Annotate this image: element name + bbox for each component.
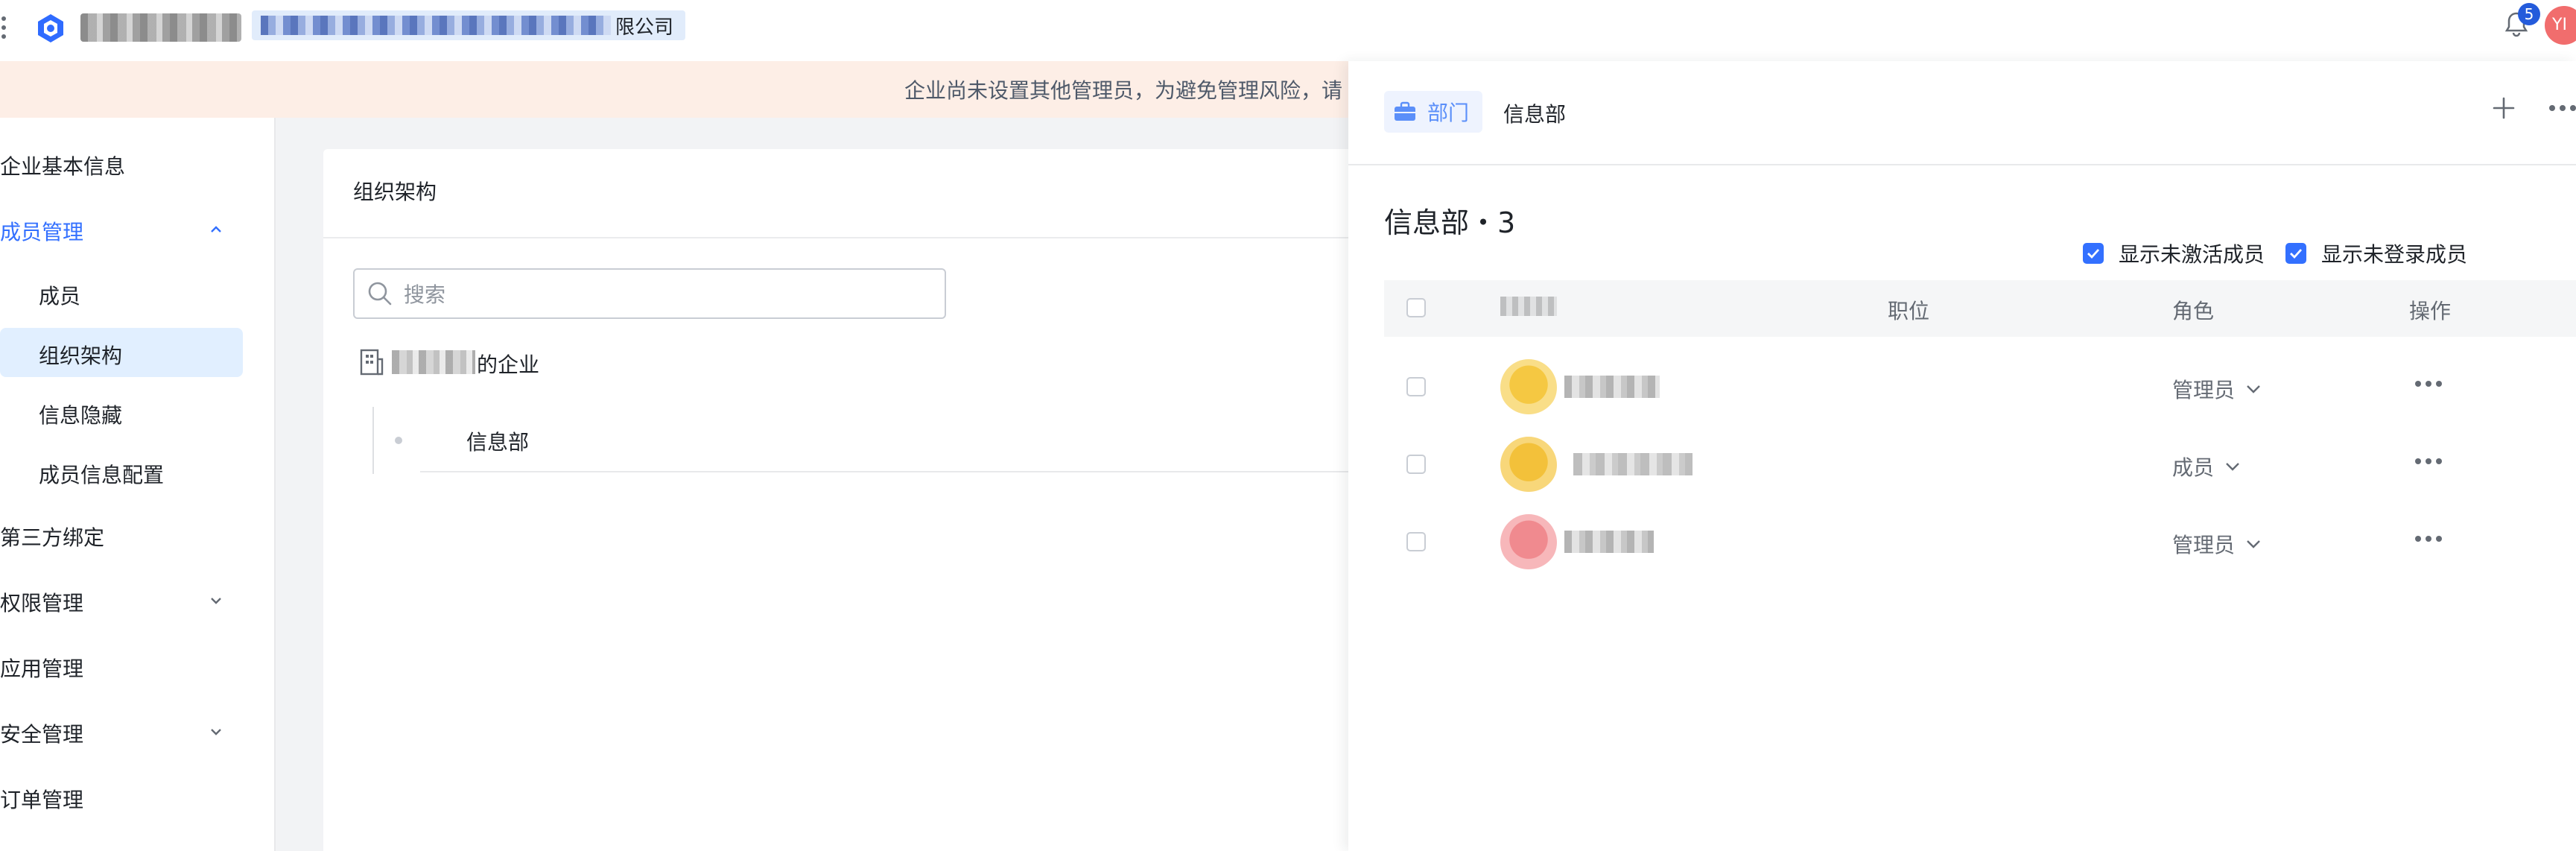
role-value: 管理员 — [2172, 378, 2236, 402]
page-title: 组织架构 — [353, 180, 437, 204]
role-value: 管理员 — [2172, 533, 2236, 557]
company-name-blurred — [80, 13, 241, 42]
divider — [1348, 164, 2576, 165]
tree-node-dot — [395, 437, 402, 444]
member-name-blurred — [1564, 376, 1660, 398]
filter-label: 显示未登录成员 — [2321, 242, 2468, 267]
sidebar-item-apps[interactable]: 应用管理 — [0, 653, 83, 683]
divider — [323, 237, 1366, 238]
department-tag-label: 部门 — [1427, 101, 1470, 125]
sidebar-item-permissions[interactable]: 权限管理 — [0, 587, 83, 617]
table-header — [1384, 280, 2576, 337]
sidebar-item-third-party[interactable]: 第三方绑定 — [0, 522, 104, 551]
sidebar-item-members[interactable]: 成员 — [39, 280, 80, 310]
column-name-blurred — [1500, 297, 1557, 316]
more-horizontal-icon[interactable] — [2414, 534, 2443, 544]
role-value: 成员 — [2172, 455, 2215, 480]
role-select[interactable]: 管理员 — [2172, 374, 2262, 404]
enterprise-name-blurred — [392, 350, 475, 374]
member-name-blurred — [1573, 453, 1693, 475]
sidebar-item-security[interactable]: 安全管理 — [0, 718, 83, 748]
search-box[interactable] — [353, 268, 946, 319]
chevron-down-icon[interactable] — [209, 593, 223, 608]
divider — [420, 471, 1366, 472]
company-name-blurred — [261, 16, 611, 35]
filter-show-inactive[interactable]: 显示未激活成员 — [2083, 238, 2265, 268]
checkbox-checked[interactable] — [2083, 243, 2104, 264]
sidebar-item-org-structure[interactable]: 组织架构 — [39, 340, 122, 370]
filter-show-not-logged-in[interactable]: 显示未登录成员 — [2285, 238, 2467, 268]
more-horizontal-icon[interactable] — [2548, 103, 2576, 113]
column-actions: 操作 — [2409, 299, 2452, 323]
more-horizontal-icon[interactable] — [2414, 379, 2443, 389]
chevron-down-icon[interactable] — [209, 724, 223, 739]
notification-badge: 5 — [2518, 3, 2540, 25]
app-logo-icon — [38, 14, 63, 42]
org-card — [323, 149, 1366, 851]
chevron-down-icon — [2247, 385, 2260, 393]
sidebar-item-info-hiding[interactable]: 信息隐藏 — [39, 399, 122, 429]
chevron-down-icon — [2247, 540, 2260, 548]
department-tag: 部门 — [1384, 91, 1483, 133]
check-icon — [2290, 249, 2303, 259]
chevron-up-icon[interactable] — [209, 222, 223, 237]
column-position: 职位 — [1888, 299, 1930, 323]
notice-text: 企业尚未设置其他管理员，为避免管理风险，请 — [904, 78, 1343, 103]
briefcase-icon — [1395, 101, 1415, 121]
checkbox-checked[interactable] — [2285, 243, 2306, 264]
sidebar-item-enterprise-info[interactable]: 企业基本信息 — [0, 151, 125, 180]
member-avatar — [1500, 514, 1557, 571]
panel-title: 信息部・3 — [1384, 206, 1516, 239]
company-name-suffix: 限公司 — [615, 16, 674, 39]
tree-guide-line — [372, 407, 374, 474]
sidebar-item-orders[interactable]: 订单管理 — [0, 784, 83, 814]
chevron-down-icon — [2226, 463, 2239, 471]
company-switcher[interactable]: 限公司 — [252, 10, 686, 40]
check-icon — [2087, 249, 2100, 259]
enterprise-name[interactable]: 的企业 — [477, 349, 539, 379]
row-checkbox[interactable] — [1406, 455, 1426, 474]
plus-icon[interactable] — [2491, 95, 2516, 121]
row-checkbox[interactable] — [1406, 377, 1426, 396]
row-checkbox[interactable] — [1406, 532, 1426, 551]
sidebar-item-member-info-config[interactable]: 成员信息配置 — [39, 459, 164, 489]
search-icon — [368, 282, 392, 306]
more-horizontal-icon[interactable] — [2414, 456, 2443, 466]
member-avatar — [1500, 437, 1557, 493]
tree-item-department[interactable]: 信息部 — [466, 426, 529, 456]
select-all-checkbox[interactable] — [1406, 298, 1426, 317]
member-name-blurred — [1564, 531, 1654, 553]
role-select[interactable]: 管理员 — [2172, 529, 2262, 559]
panel-department-name: 信息部 — [1503, 102, 1567, 127]
member-avatar — [1500, 359, 1557, 416]
sidebar-item-member-management[interactable]: 成员管理 — [0, 216, 83, 246]
more-vertical-icon[interactable] — [0, 16, 7, 46]
filter-label: 显示未激活成员 — [2119, 242, 2265, 267]
column-role: 角色 — [2172, 299, 2215, 323]
search-input[interactable] — [402, 277, 927, 311]
building-icon — [360, 349, 384, 376]
role-select[interactable]: 成员 — [2172, 452, 2241, 481]
